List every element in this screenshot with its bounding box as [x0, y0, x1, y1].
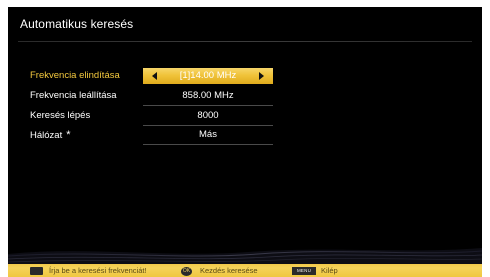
menu-hint: MENU Kilép — [292, 265, 338, 276]
ok-button-icon[interactable]: OK — [181, 266, 192, 276]
arrow-right-icon[interactable] — [259, 72, 264, 80]
row-divider — [143, 144, 273, 145]
row-divider — [143, 105, 273, 106]
star-icon: * — [66, 129, 71, 141]
setting-label: Hálózat * — [30, 129, 71, 141]
ok-hint-text: Kezdés keresése — [200, 266, 258, 275]
number-keys-icon — [30, 267, 43, 276]
setting-label: Keresés lépés — [30, 110, 91, 121]
header-divider — [18, 41, 472, 42]
setting-row-stop-frequency[interactable]: Frekvencia leállítása 858.00 MHz — [8, 88, 482, 106]
setting-value: [1]14.00 MHz — [179, 70, 237, 81]
network-field[interactable]: Más — [143, 127, 273, 143]
setting-value: 8000 — [197, 110, 219, 121]
digits-hint-text: Írja be a keresési frekvenciát! — [49, 266, 147, 275]
setting-row-search-step[interactable]: Keresés lépés 8000 — [8, 108, 482, 126]
start-frequency-selector[interactable]: [1]14.00 MHz — [143, 68, 273, 84]
page-title: Automatikus keresés — [20, 17, 134, 31]
setting-value: 858.00 MHz — [182, 90, 234, 101]
setting-label: Frekvencia elindítása — [30, 70, 120, 81]
tv-menu-screen: Automatikus keresés Frekvencia elindítás… — [8, 7, 482, 264]
decorative-wave — [8, 248, 482, 264]
digits-hint: Írja be a keresési frekvenciát! — [30, 265, 147, 276]
row-divider — [143, 125, 273, 126]
setting-label: Frekvencia leállítása — [30, 90, 117, 101]
search-step-field[interactable]: 8000 — [143, 108, 273, 124]
stop-frequency-field[interactable]: 858.00 MHz — [143, 88, 273, 104]
menu-button-icon[interactable]: MENU — [292, 267, 316, 276]
setting-row-start-frequency[interactable]: Frekvencia elindítása [1]14.00 MHz — [8, 68, 482, 85]
setting-label-text: Hálózat — [30, 130, 63, 141]
ok-hint: OK Kezdés keresése — [181, 265, 258, 276]
setting-row-network[interactable]: Hálózat * Más — [8, 127, 482, 145]
menu-hint-text: Kilép — [321, 266, 338, 275]
setting-value: Más — [199, 129, 217, 140]
footer-hint-bar: Írja be a keresési frekvenciát! OK Kezdés… — [8, 264, 482, 277]
